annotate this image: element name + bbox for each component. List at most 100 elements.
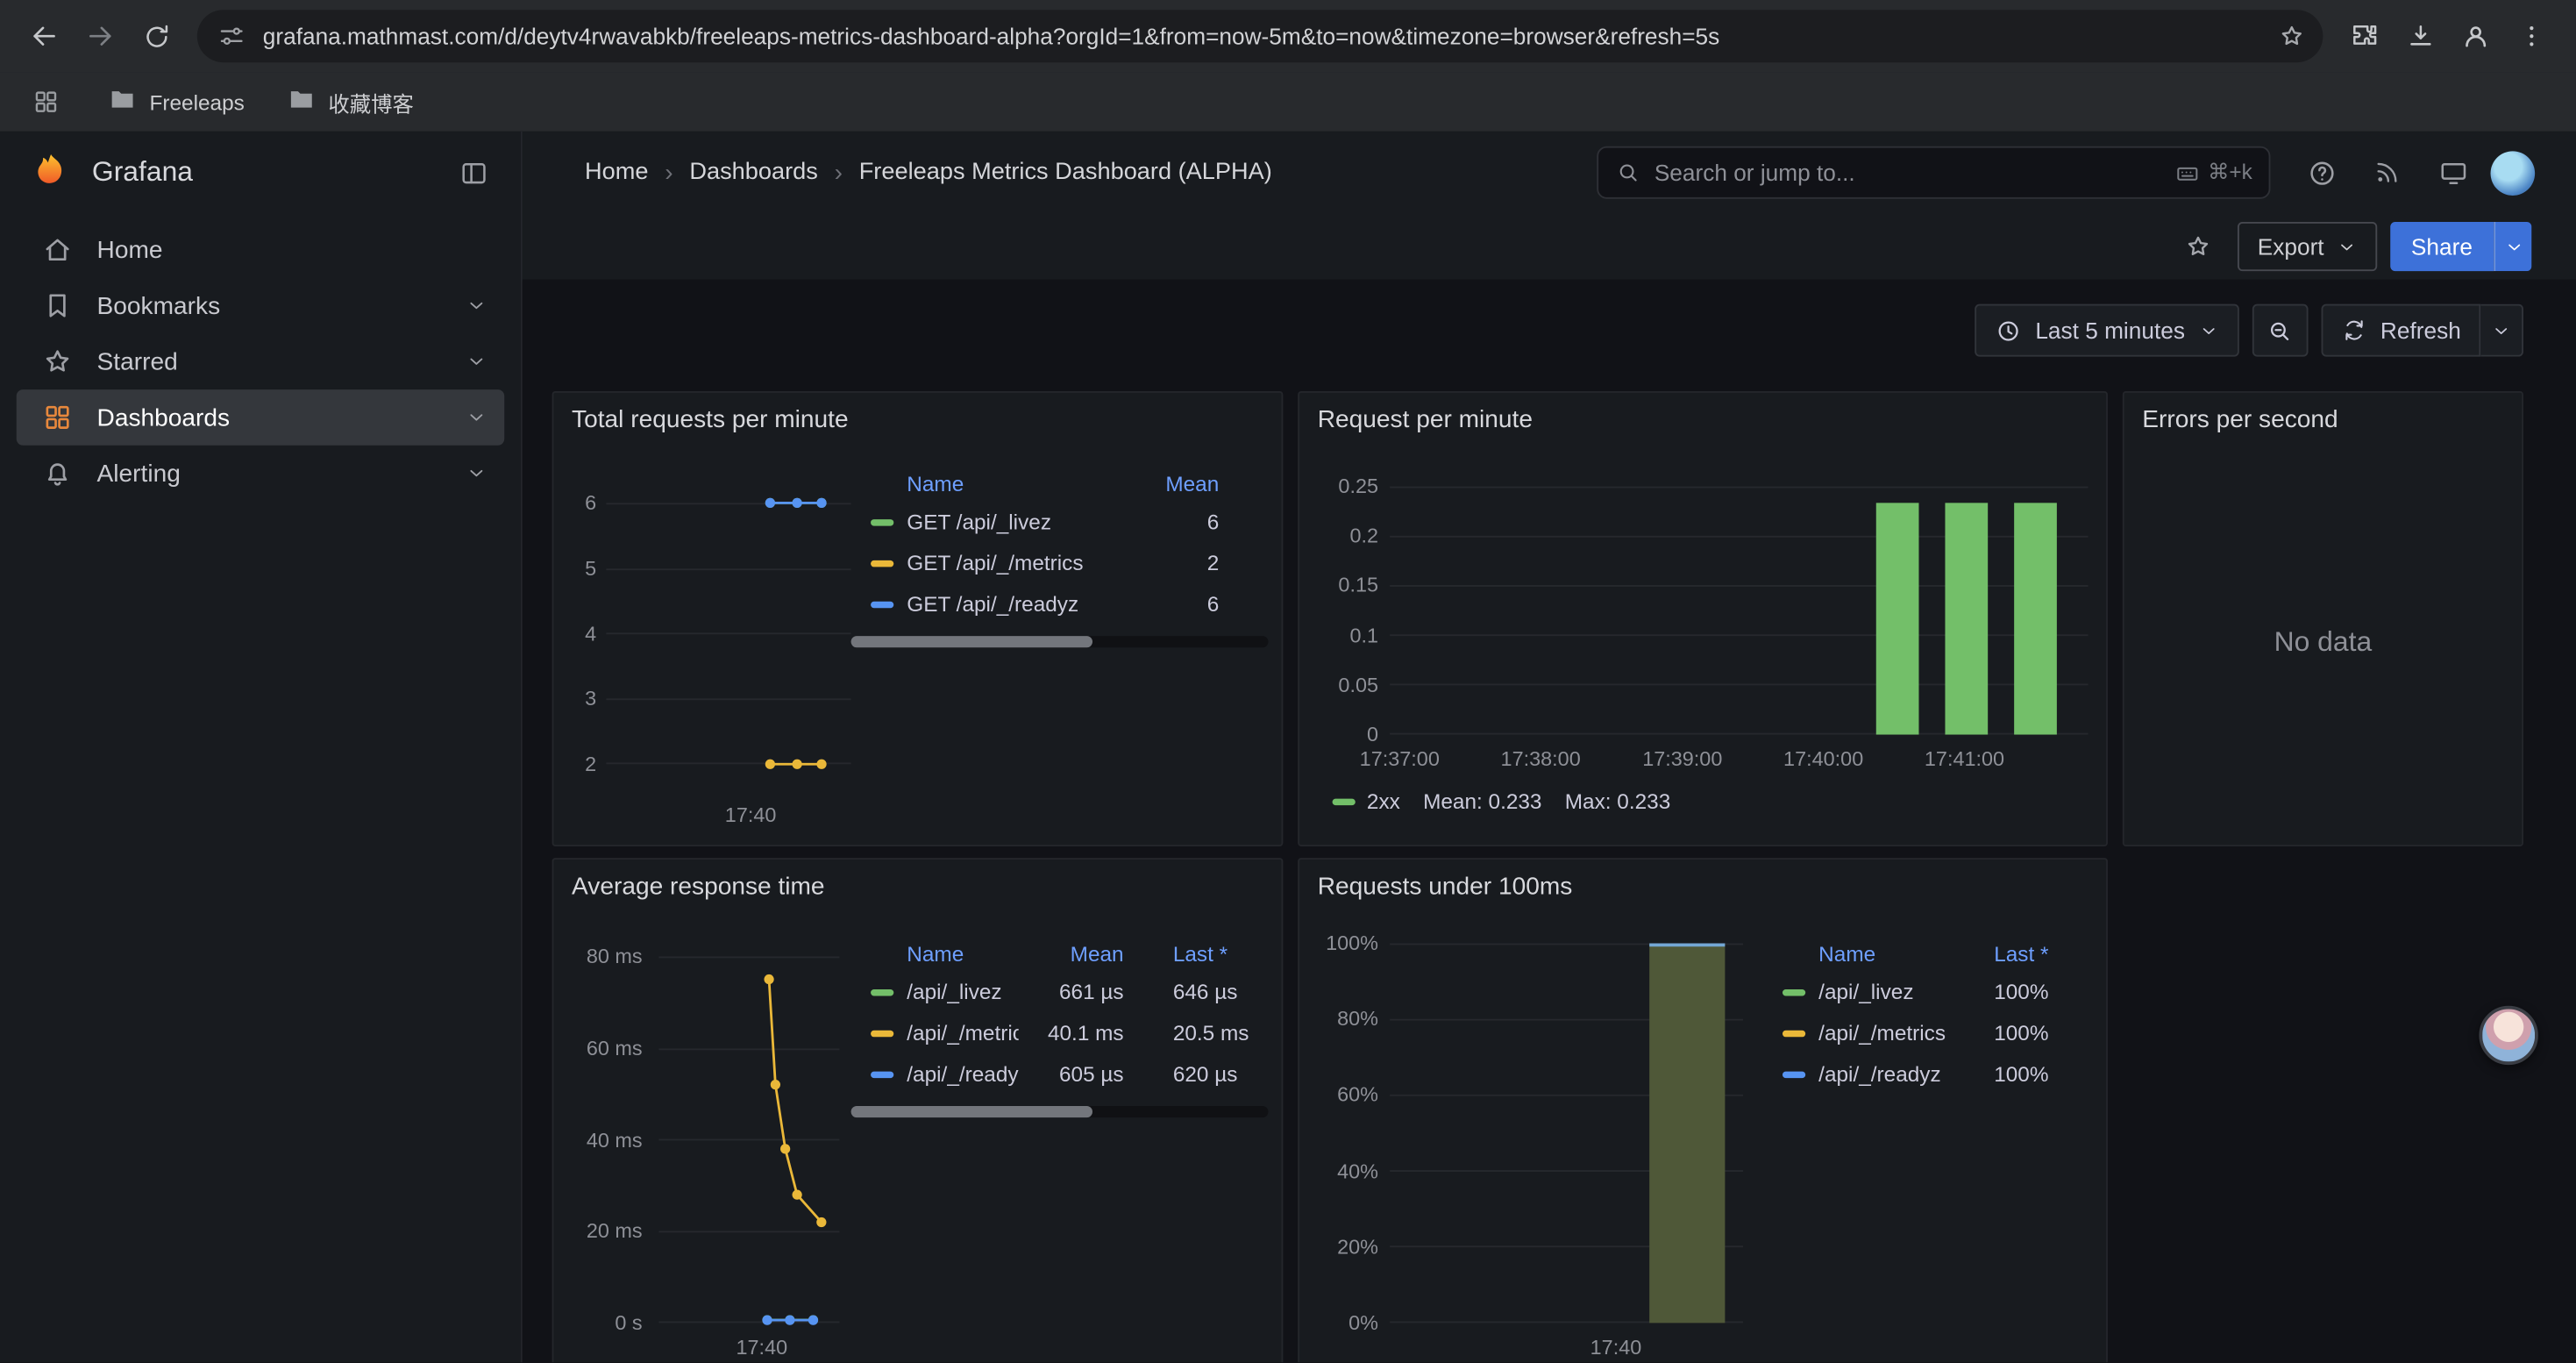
sidebar-item-alerting[interactable]: Alerting (0, 446, 521, 502)
search-shortcut: ⌘+k (2175, 160, 2252, 186)
legend-col[interactable]: Last * (1124, 941, 1284, 966)
clock-icon (1994, 317, 2022, 345)
series-color-icon (871, 1030, 893, 1036)
user-avatar-icon[interactable] (2491, 150, 2536, 195)
legend-row[interactable]: GET /api/_livez6 (851, 501, 1269, 542)
legend-scrollbar[interactable] (851, 1106, 1269, 1117)
legend-row[interactable]: GET /api/_/metrics 2 (851, 542, 1269, 583)
chevron-down-icon[interactable] (465, 350, 487, 373)
legend-row[interactable]: /api/_/metrics40.1 ms20.5 ms (851, 1012, 1284, 1053)
refresh-interval-chevron-icon[interactable] (2480, 304, 2523, 357)
help-icon[interactable] (2294, 145, 2350, 201)
browser-menu-icon[interactable] (2504, 8, 2560, 64)
reload-icon[interactable] (128, 8, 184, 64)
series-label: GET /api/_livez (907, 510, 1051, 534)
profile-icon[interactable] (2448, 8, 2504, 64)
browser-window: grafana.mathmast.com/d/deytv4rwavabkb/fr… (0, 0, 2576, 1362)
bookmark-folder-freeleaps[interactable]: Freeleaps (109, 85, 245, 118)
legend-col-name[interactable]: Name (851, 471, 1128, 496)
downloads-icon[interactable] (2392, 8, 2448, 64)
legend-col[interactable]: Last * (1946, 941, 2091, 966)
chevron-down-icon[interactable] (465, 294, 487, 317)
legend-col[interactable]: Mean (1019, 941, 1124, 966)
keyboard-icon (2175, 161, 2200, 185)
legend-value: 2 (1127, 551, 1268, 575)
back-icon[interactable] (17, 8, 73, 64)
bar (2014, 503, 2057, 735)
export-button[interactable]: Export (2238, 222, 2376, 271)
y-tick-label: 2 (560, 751, 596, 777)
time-range-picker[interactable]: Last 5 minutes (1975, 304, 2239, 357)
share-button[interactable]: Share (2390, 222, 2494, 271)
sidebar-item-home[interactable]: Home (0, 222, 521, 278)
share-menu-chevron-icon[interactable] (2494, 222, 2531, 271)
line-chart (606, 503, 850, 764)
chevron-down-icon[interactable] (465, 406, 487, 429)
legend-value: 100% (1946, 980, 2091, 1004)
legend-row[interactable]: /api/_/metrics100% (1762, 1012, 2091, 1053)
breadcrumb-home[interactable]: Home (585, 160, 648, 186)
series-point (816, 1217, 826, 1227)
sidebar-item-starred[interactable]: Starred (0, 333, 521, 389)
panel-title[interactable]: Total requests per minute (572, 406, 849, 434)
forward-icon[interactable] (72, 8, 128, 64)
bookmark-label: Freeleaps (150, 89, 245, 114)
sidebar-item-bookmarks[interactable]: Bookmarks (0, 278, 521, 334)
series-name: /api/_livez (851, 980, 1019, 1004)
panel-title[interactable]: Request per minute (1318, 406, 1533, 434)
apps-grid-icon[interactable] (26, 82, 66, 122)
x-axis: 17:40 (1390, 1336, 1743, 1362)
series-label: GET /api/_/metrics (907, 551, 1083, 575)
bookmark-star-icon[interactable] (2277, 21, 2307, 51)
grafana-logo[interactable] (30, 151, 73, 194)
legend-col-name[interactable]: Name (851, 941, 1019, 966)
panel-title[interactable]: Errors per second (2142, 406, 2338, 434)
series-name: /api/_/readyz (1762, 1061, 1946, 1086)
series-label: /api/_/metrics (907, 1021, 1018, 1045)
zoom-out-button[interactable] (2252, 304, 2309, 357)
bookmark-folder-blogs[interactable]: 收藏博客 (288, 85, 414, 118)
y-tick-label: 0.1 (1299, 622, 1378, 648)
rss-icon[interactable] (2359, 145, 2416, 201)
series-point (792, 498, 801, 508)
y-tick-label: 0.15 (1299, 573, 1378, 599)
series-label: /api/_/readyz (1818, 1061, 1940, 1086)
sidebar-collapse-icon[interactable] (449, 148, 498, 197)
legend-table: NameMeanLast * /api/_livez661 µs646 µs/ap… (851, 935, 1284, 1095)
site-settings-icon[interactable] (217, 21, 246, 51)
search-input[interactable]: Search or jump to... ⌘+k (1597, 146, 2270, 199)
refresh-label: Refresh (2380, 318, 2461, 344)
url-text: grafana.mathmast.com/d/deytv4rwavabkb/fr… (263, 23, 2260, 49)
series-color-icon (871, 988, 893, 995)
chevron-down-icon[interactable] (465, 462, 487, 485)
legend-row[interactable]: GET /api/_/readyz6 (851, 583, 1269, 624)
x-tick-label: 17:41:00 (1925, 748, 2004, 771)
panel-title[interactable]: Requests under 100ms (1318, 873, 1573, 901)
y-tick-label: 100% (1299, 931, 1378, 957)
page-header: Home › Dashboards › Freeleaps Metrics Da… (523, 132, 2576, 214)
refresh-button[interactable]: Refresh (2321, 304, 2480, 357)
legend-row[interactable]: /api/_/readyz100% (1762, 1053, 2091, 1095)
y-tick-label: 0 (1299, 721, 1378, 747)
legend-row[interactable]: /api/_livez661 µs646 µs (851, 971, 1284, 1012)
monitor-icon[interactable] (2425, 145, 2481, 201)
legend-row[interactable]: /api/_/readyz605 µs620 µs (851, 1053, 1284, 1095)
time-range-label: Last 5 minutes (2035, 318, 2185, 344)
legend-row[interactable]: /api/_livez100% (1762, 971, 2091, 1012)
legend-col[interactable]: Mean (1127, 471, 1268, 496)
legend-col-name[interactable]: Name (1762, 941, 1946, 966)
extensions-icon[interactable] (2336, 8, 2392, 64)
legend-table: NameMeanGET /api/_livez6GET /api/_/metri… (851, 465, 1269, 624)
chevron-down-icon (2198, 319, 2219, 340)
legend-scrollbar[interactable] (851, 636, 1269, 647)
sidebar-item-dashboards[interactable]: Dashboards (17, 389, 504, 446)
favorite-star-icon[interactable] (2172, 222, 2224, 271)
series-toggle[interactable]: 2xx (1333, 789, 1400, 813)
url-bar[interactable]: grafana.mathmast.com/d/deytv4rwavabkb/fr… (197, 10, 2323, 62)
breadcrumb-dashboards[interactable]: Dashboards (689, 160, 817, 186)
panel-title[interactable]: Average response time (572, 873, 825, 901)
floating-avatar-button[interactable] (2479, 1006, 2537, 1065)
series-color-icon (871, 518, 893, 525)
zoom-out-icon (2266, 317, 2295, 345)
x-axis: 17:40 (606, 803, 850, 830)
